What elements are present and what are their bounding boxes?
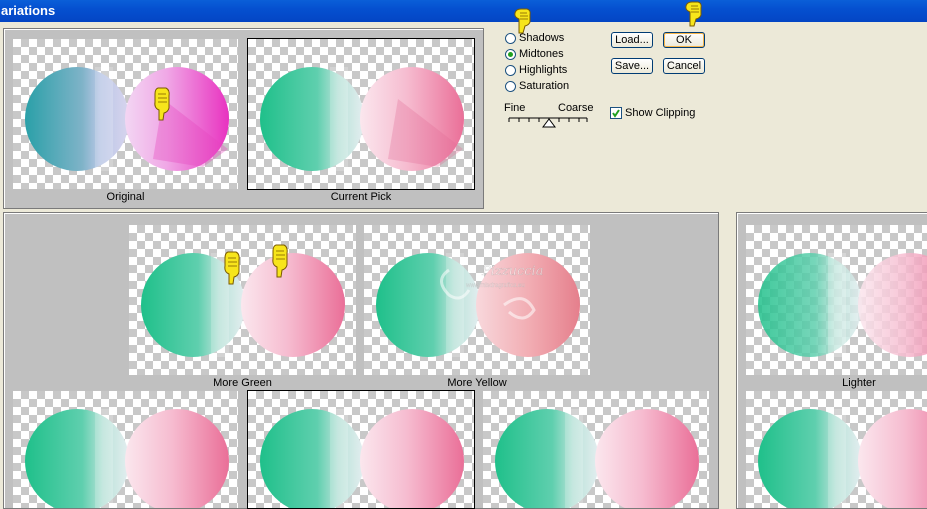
lightness-panel: Lighter bbox=[736, 212, 927, 509]
original-label: Original bbox=[106, 191, 145, 203]
checkbox-icon[interactable] bbox=[610, 107, 622, 119]
lightness-thumb-2[interactable] bbox=[746, 391, 927, 508]
cancel-button[interactable]: Cancel bbox=[663, 58, 705, 74]
radio-icon[interactable] bbox=[505, 80, 516, 92]
more-yellow-preview[interactable]: Pizzuccia www.misdragrafica.eu bbox=[364, 225, 590, 375]
pointing-hand-icon bbox=[224, 251, 240, 285]
more-yellow-spheres: Pizzuccia www.misdragrafica.eu bbox=[376, 253, 580, 357]
pointing-hand-icon bbox=[685, 1, 702, 27]
radio-saturation-label: Saturation bbox=[519, 80, 570, 92]
lighter-label: Lighter bbox=[842, 377, 876, 389]
slider-thumb[interactable] bbox=[542, 118, 556, 128]
fine-label: Fine bbox=[504, 102, 526, 114]
ok-button[interactable]: OK bbox=[663, 32, 705, 48]
lighter-spheres bbox=[758, 253, 927, 357]
preview-panel: Original Current Pick bbox=[3, 28, 484, 209]
show-clipping-checkbox[interactable]: Show Clipping bbox=[610, 107, 695, 119]
pointing-hand-icon bbox=[272, 244, 288, 278]
load-button[interactable]: Load... bbox=[611, 32, 653, 48]
variation-thumb-2[interactable] bbox=[247, 390, 475, 509]
variations-panel: More Green Pizzuccia www.misdragrafica.e… bbox=[3, 212, 719, 509]
variation-spheres-1 bbox=[25, 409, 229, 508]
radio-midtones[interactable]: Midtones bbox=[505, 47, 564, 61]
radio-highlights[interactable]: Highlights bbox=[505, 63, 567, 77]
lightness-spheres-2 bbox=[758, 409, 927, 508]
save-button[interactable]: Save... bbox=[611, 58, 653, 74]
radio-saturation[interactable]: Saturation bbox=[505, 79, 569, 93]
watermark-text: Pizzuccia bbox=[481, 264, 543, 279]
variation-thumb-3[interactable] bbox=[483, 391, 709, 508]
watermark-url: www.misdragrafica.eu bbox=[465, 283, 525, 289]
window-title: ariations bbox=[1, 3, 56, 18]
window-title-bar: ariations bbox=[0, 0, 927, 22]
radio-icon[interactable] bbox=[505, 48, 516, 60]
radio-icon[interactable] bbox=[505, 64, 516, 76]
radio-midtones-label: Midtones bbox=[519, 48, 564, 60]
original-preview[interactable] bbox=[13, 39, 238, 189]
radio-highlights-label: Highlights bbox=[519, 64, 568, 76]
variation-spheres-3 bbox=[495, 409, 699, 508]
pointing-hand-icon bbox=[514, 8, 531, 34]
pointing-hand-icon bbox=[154, 87, 170, 121]
lighter-preview[interactable] bbox=[746, 225, 927, 375]
coarse-label: Coarse bbox=[558, 102, 594, 114]
current-pick-preview[interactable] bbox=[247, 38, 475, 190]
more-yellow-label: More Yellow bbox=[447, 377, 507, 389]
variation-thumb-1[interactable] bbox=[13, 391, 238, 508]
more-green-spheres bbox=[141, 253, 345, 357]
variation-spheres-2 bbox=[260, 409, 464, 508]
original-spheres bbox=[25, 67, 229, 171]
fine-coarse-slider[interactable] bbox=[507, 115, 591, 131]
more-green-label: More Green bbox=[213, 377, 272, 389]
current-pick-label: Current Pick bbox=[330, 191, 392, 203]
current-pick-spheres bbox=[260, 67, 464, 171]
show-clipping-label: Show Clipping bbox=[625, 107, 696, 119]
more-green-preview[interactable] bbox=[129, 225, 356, 375]
